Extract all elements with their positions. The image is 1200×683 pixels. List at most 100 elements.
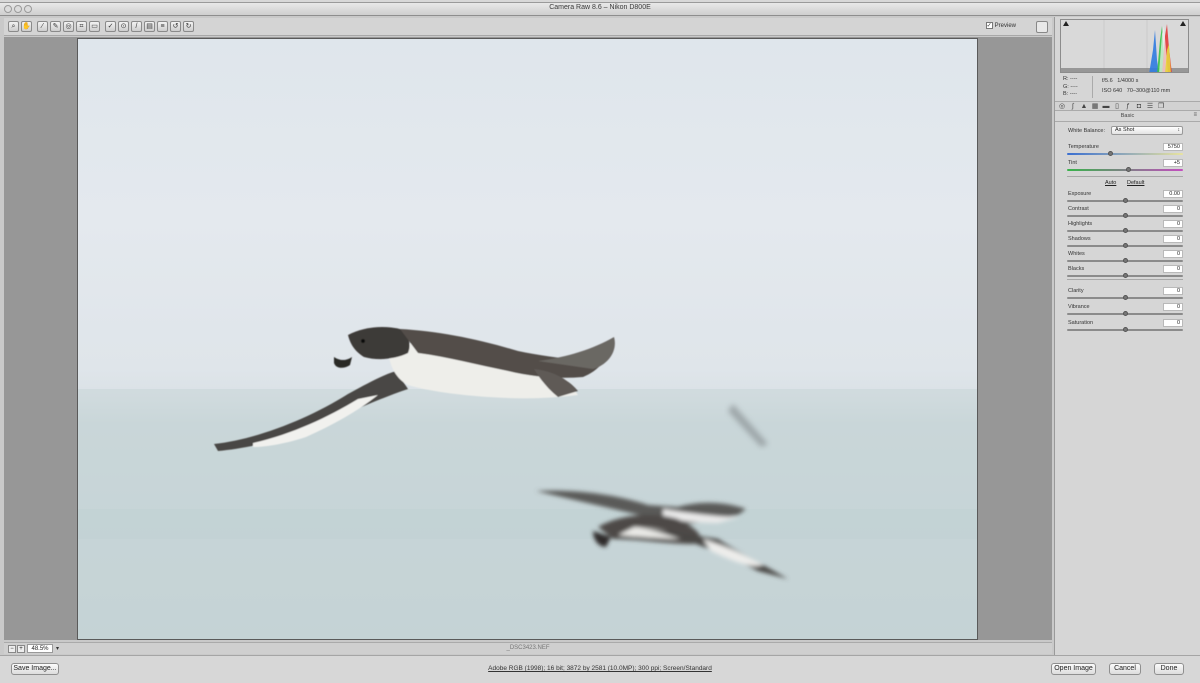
g-value: ---- xyxy=(1070,83,1078,90)
slider-thumb[interactable] xyxy=(1107,151,1113,156)
image-preview-area xyxy=(4,37,1052,640)
slider-value-field[interactable]: 0 xyxy=(1163,250,1183,258)
image-filename: _DSC3423.NEF xyxy=(506,645,550,651)
zoom-icon[interactable]: ⌕ xyxy=(8,21,19,32)
slider-value-field[interactable]: 0 xyxy=(1163,287,1183,295)
slider-label: Exposure xyxy=(1068,191,1092,197)
window-title: Camera Raw 8.6 – Nikon D800E xyxy=(549,4,651,11)
camera-raw-window: Camera Raw 8.6 – Nikon D800E ⌕ ✋ ⁄ ✎ ◎ ⌗… xyxy=(0,0,1200,683)
slider-value-field[interactable]: 0 xyxy=(1163,303,1183,311)
slider-value-field[interactable]: +5 xyxy=(1163,159,1183,167)
hand-icon[interactable]: ✋ xyxy=(21,21,32,32)
slider-thumb[interactable] xyxy=(1123,213,1128,218)
split-toning-tab-icon[interactable]: ▬ xyxy=(1102,103,1110,111)
presets-tab-icon[interactable]: ☰ xyxy=(1146,103,1154,111)
adjustment-brush-icon[interactable]: / xyxy=(131,21,142,32)
white-balance-label: White Balance: xyxy=(1068,128,1105,134)
checkbox-icon: ✓ xyxy=(985,22,993,29)
slider-label: Whites xyxy=(1068,251,1085,257)
open-image-button[interactable]: Open Image xyxy=(1051,663,1096,675)
white-balance-value: As Shot xyxy=(1115,127,1135,133)
default-link[interactable]: Default xyxy=(1127,180,1144,186)
slider-track[interactable] xyxy=(1067,169,1183,171)
status-bar: − + 48.5% ▾ _DSC3423.NEF xyxy=(4,642,1052,654)
slider-track[interactable] xyxy=(1067,153,1183,155)
camera-calibration-tab-icon[interactable]: ◘ xyxy=(1135,103,1143,111)
preview-checkbox[interactable]: ✓ Preview xyxy=(985,22,1016,30)
spot-removal-icon[interactable]: ✓ xyxy=(105,21,116,32)
iso: ISO 640 xyxy=(1102,88,1123,94)
slider-value-field[interactable]: 0 xyxy=(1163,205,1183,213)
straighten-icon[interactable]: ▭ xyxy=(89,21,100,32)
histogram-graph xyxy=(1061,20,1188,72)
hsl-tab-icon[interactable]: ▦ xyxy=(1091,103,1099,111)
shutter-speed: 1/4000 s xyxy=(1117,78,1139,84)
cancel-button[interactable]: Cancel xyxy=(1109,663,1141,675)
tone-curve-tab-icon[interactable]: ∫ xyxy=(1069,103,1077,111)
white-balance-icon[interactable]: ⁄ xyxy=(37,21,48,32)
slider-value-field[interactable]: 0 xyxy=(1163,319,1183,327)
graduated-filter-icon[interactable]: ▤ xyxy=(144,21,155,32)
basic-tab-icon[interactable]: ◎ xyxy=(1058,103,1066,111)
slider-thumb[interactable] xyxy=(1123,228,1128,233)
aperture: f/5.6 xyxy=(1102,78,1113,84)
panel-title: Basic xyxy=(1120,113,1135,119)
slider-value-field[interactable]: 5750 xyxy=(1163,143,1183,151)
lens-corrections-tab-icon[interactable]: ▯ xyxy=(1113,103,1121,111)
slider-thumb[interactable] xyxy=(1123,327,1128,332)
slider-thumb[interactable] xyxy=(1123,243,1128,248)
slider-thumb[interactable] xyxy=(1123,273,1128,278)
adjustments-panel: R: ---- G: ---- B: ---- f/5.6 1/4000 s I… xyxy=(1054,17,1200,655)
b-label: B: xyxy=(1063,91,1069,97)
targeted-adjust-icon[interactable]: ◎ xyxy=(63,21,74,32)
rotate-right-icon[interactable]: ↻ xyxy=(183,21,194,32)
fx-tab-icon[interactable]: ƒ xyxy=(1124,103,1132,111)
slider-thumb[interactable] xyxy=(1123,258,1128,263)
radial-filter-icon[interactable]: ≡ xyxy=(157,21,168,32)
lens: 70–300@110 mm xyxy=(1126,88,1171,94)
slider-label: Vibrance xyxy=(1068,304,1090,310)
slider-label: Blacks xyxy=(1068,266,1085,272)
preview-label: Preview xyxy=(994,23,1016,30)
red-eye-icon[interactable]: ⊙ xyxy=(118,21,129,32)
g-label: G: xyxy=(1063,83,1069,90)
panel-tabs: ◎ ∫ ▲ ▦ ▬ ▯ ƒ ◘ ☰ ❐ xyxy=(1055,101,1200,111)
workflow-options-link[interactable]: Adobe RGB (1998); 16 bit; 3872 by 2581 (… xyxy=(0,665,1200,672)
slider-label: Contrast xyxy=(1068,206,1089,212)
r-value: ---- xyxy=(1070,76,1078,82)
color-sampler-icon[interactable]: ✎ xyxy=(50,21,61,32)
slider-label: Clarity xyxy=(1068,288,1084,294)
image-info: R: ---- G: ---- B: ---- f/5.6 1/4000 s I… xyxy=(1060,75,1189,99)
r-label: R: xyxy=(1063,76,1069,82)
slider-label: Tint xyxy=(1068,160,1077,166)
white-balance-select[interactable]: As Shot ↕ xyxy=(1111,126,1183,135)
slider-thumb[interactable] xyxy=(1123,198,1128,203)
chevron-down-icon: ↕ xyxy=(1177,127,1181,133)
b-value: ---- xyxy=(1069,91,1078,97)
done-button[interactable]: Done xyxy=(1154,663,1184,675)
crop-icon[interactable]: ⌗ xyxy=(76,21,87,32)
bottom-bar: Save Image... Adobe RGB (1998); 16 bit; … xyxy=(0,655,1200,683)
slider-thumb[interactable] xyxy=(1126,167,1132,172)
bird-photo xyxy=(78,327,977,639)
detail-tab-icon[interactable]: ▲ xyxy=(1080,103,1088,111)
slider-label: Saturation xyxy=(1068,320,1094,326)
title-bar: Camera Raw 8.6 – Nikon D800E xyxy=(0,3,1200,16)
slider-thumb[interactable] xyxy=(1123,295,1128,300)
slider-label: Highlights xyxy=(1068,221,1093,227)
slider-value-field[interactable]: 0 xyxy=(1163,265,1183,273)
slider-label: Shadows xyxy=(1068,236,1091,242)
auto-link[interactable]: Auto xyxy=(1105,180,1116,186)
slider-value-field[interactable]: 0.00 xyxy=(1163,190,1183,198)
panel-menu-icon[interactable]: ≡ xyxy=(1193,112,1197,118)
snapshots-tab-icon[interactable]: ❐ xyxy=(1157,103,1165,111)
slider-label: Temperature xyxy=(1068,144,1099,150)
fullscreen-icon[interactable] xyxy=(1036,21,1048,33)
photo-preview xyxy=(78,39,977,639)
slider-thumb[interactable] xyxy=(1123,311,1128,316)
slider-value-field[interactable]: 0 xyxy=(1163,235,1183,243)
rotate-left-icon[interactable]: ↺ xyxy=(170,21,181,32)
toolbar: ⌕ ✋ ⁄ ✎ ◎ ⌗ ▭ ✓ ⊙ / ▤ ≡ ↺ ↻ ✓ Preview xyxy=(4,18,1052,36)
histogram xyxy=(1060,19,1189,73)
slider-value-field[interactable]: 0 xyxy=(1163,220,1183,228)
